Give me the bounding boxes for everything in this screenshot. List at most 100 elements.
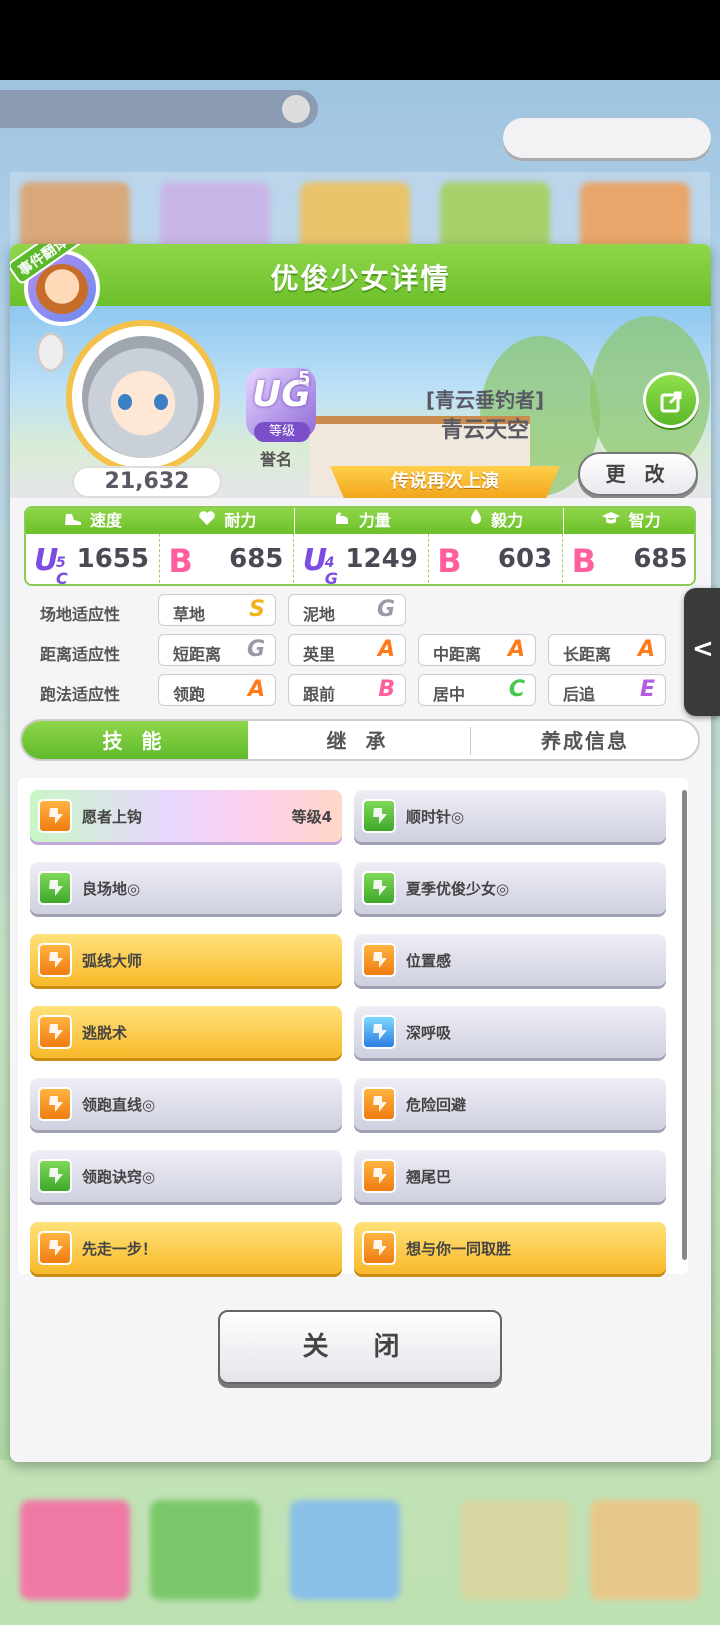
aptitude-row-label: 场地适应性	[40, 605, 121, 624]
stat-grade-badge: U5C	[34, 543, 68, 586]
runner-icon	[38, 943, 72, 977]
skill-name: 翘尾巴	[406, 1168, 452, 1186]
change-title-button[interactable]: 更 改	[578, 452, 698, 496]
skill-item[interactable]: 深呼吸	[354, 1006, 666, 1058]
share-button[interactable]	[643, 372, 699, 428]
aptitude-name: 英里	[303, 645, 336, 664]
aptitude-name: 短距离	[173, 645, 222, 664]
skill-item[interactable]: 弧线大师	[30, 934, 342, 986]
stat-2: 力量 U 4 G 1249	[294, 508, 429, 584]
skill-item[interactable]: 领跑诀窍◎	[30, 1150, 342, 1202]
stat-3: 毅力 B 603	[429, 508, 564, 584]
horse-girl-detail-modal: 优俊少女详情 UG 5 等级 誉名 [青云垂钓者] 青云天空 传说再次上演 更 …	[10, 244, 711, 1462]
aptitude-cell: 后追 E	[548, 674, 666, 706]
runner-icon	[362, 1087, 396, 1121]
stat-value: 603	[497, 544, 553, 574]
skill-name: 位置感	[406, 952, 452, 970]
stat-value: 1655	[76, 544, 149, 574]
aptitude-grade: G	[246, 637, 265, 662]
scrollbar[interactable]	[682, 790, 687, 1260]
event-translator-badge[interactable]: 事件翻译器	[10, 244, 114, 340]
skill-name: 想与你一同取胜	[406, 1240, 512, 1258]
epithet: [青云垂钓者]	[425, 388, 545, 412]
runner-icon	[362, 1231, 396, 1265]
aptitude-cell: 短距离 G	[158, 634, 276, 666]
skill-item[interactable]: 危险回避	[354, 1078, 666, 1130]
stat-value: 685	[633, 544, 688, 574]
aptitude-name: 泥地	[303, 605, 336, 624]
aptitude-grade: A	[247, 677, 265, 702]
aptitude-name: 后追	[563, 685, 596, 704]
skill-green-icon	[38, 871, 72, 905]
stat-value: 685	[229, 544, 284, 574]
stat-grade-badge: B	[571, 542, 596, 580]
bg-bottom-nav	[0, 1460, 720, 1625]
skill-item[interactable]: 顺时针◎	[354, 790, 666, 842]
aptitude-name: 草地	[173, 605, 206, 624]
aptitude-grade: S	[249, 597, 265, 622]
skill-item[interactable]: 逃脱术	[30, 1006, 342, 1058]
aptitude-row-style: 跑法适应性 领跑 A 跟前 B 居中 C 后追 E	[10, 674, 711, 708]
bg-sort-button	[503, 118, 711, 158]
skill-item[interactable]: 想与你一同取胜	[354, 1222, 666, 1274]
skill-item[interactable]: 先走一步！	[30, 1222, 342, 1274]
runner-icon	[362, 943, 396, 977]
runner-icon	[38, 1015, 72, 1049]
side-drawer-handle[interactable]: <	[684, 588, 720, 716]
skill-item[interactable]: 位置感	[354, 934, 666, 986]
skill-item[interactable]: 愿者上钩 等级4	[30, 790, 342, 842]
tab-inheritance[interactable]: 继 承	[248, 721, 470, 759]
stat-label: 智力	[563, 508, 694, 534]
chevron-left-icon: <	[692, 634, 714, 664]
skill-item[interactable]: 领跑直线◎	[30, 1078, 342, 1130]
aptitude-cell: 领跑 A	[158, 674, 276, 706]
stat-label: 速度	[26, 508, 160, 534]
portrait-frame	[66, 320, 220, 474]
aptitude-grade: A	[637, 637, 655, 662]
skill-green-icon	[38, 1159, 72, 1193]
stat-label: 毅力	[429, 508, 564, 534]
tab-training-info[interactable]: 养成信息	[470, 721, 698, 759]
aptitude-grade: A	[377, 637, 395, 662]
skill-name: 愿者上钩	[82, 808, 143, 826]
runner-icon	[38, 1231, 72, 1265]
aptitude-name: 跟前	[303, 685, 336, 704]
runner-icon	[38, 1087, 72, 1121]
stat-value: 1249	[345, 544, 418, 574]
skill-item[interactable]: 夏季优俊少女◎	[354, 862, 666, 914]
aptitude-cell: 长距离 A	[548, 634, 666, 666]
help-icon	[282, 95, 310, 123]
title-banner: 传说再次上演	[330, 466, 560, 498]
aptitude-name: 领跑	[173, 685, 206, 704]
skills-list: 愿者上钩 等级4 顺时针◎ 良场地◎ 夏季优俊少女◎ 弧线大师 位置感逃脱术 深呼吸领跑直线◎…	[18, 778, 688, 1274]
skill-name: 先走一步！	[82, 1240, 158, 1258]
skill-name: 良场地◎	[82, 880, 141, 898]
skill-green-icon	[362, 799, 396, 833]
modal-title: 优俊少女详情	[270, 262, 451, 295]
skill-name: 领跑直线◎	[82, 1096, 156, 1114]
skill-item[interactable]: 翘尾巴	[354, 1150, 666, 1202]
tab-skills[interactable]: 技 能	[22, 721, 248, 759]
modal-header: 优俊少女详情	[10, 244, 711, 306]
aptitude-cell: 居中 C	[418, 674, 536, 706]
aptitude-row-track: 场地适应性 草地 S 泥地 G	[10, 594, 711, 628]
skill-item[interactable]: 良场地◎	[30, 862, 342, 914]
stat-4: 智力 B 685	[563, 508, 694, 584]
close-button[interactable]: 关 闭	[218, 1310, 502, 1384]
character-portrait	[82, 336, 204, 458]
badge-tail	[36, 332, 66, 372]
skill-green-icon	[362, 871, 396, 905]
aptitude-row-label: 跑法适应性	[40, 685, 121, 704]
aptitude-cell: 英里 A	[288, 634, 406, 666]
stat-label: 耐力	[160, 508, 295, 534]
character-name: 青云天空	[440, 418, 529, 443]
stat-grade-badge: B	[437, 542, 462, 580]
aptitude-grade: E	[639, 677, 655, 702]
stat-1: 耐力 B 685	[160, 508, 295, 584]
skill-name: 深呼吸	[406, 1024, 452, 1042]
bg-hint-pill	[0, 90, 318, 128]
aptitude-cell: 泥地 G	[288, 594, 406, 626]
flame-icon	[469, 508, 483, 534]
aptitude-grade: C	[508, 677, 525, 702]
skill-name: 顺时针◎	[406, 808, 465, 826]
